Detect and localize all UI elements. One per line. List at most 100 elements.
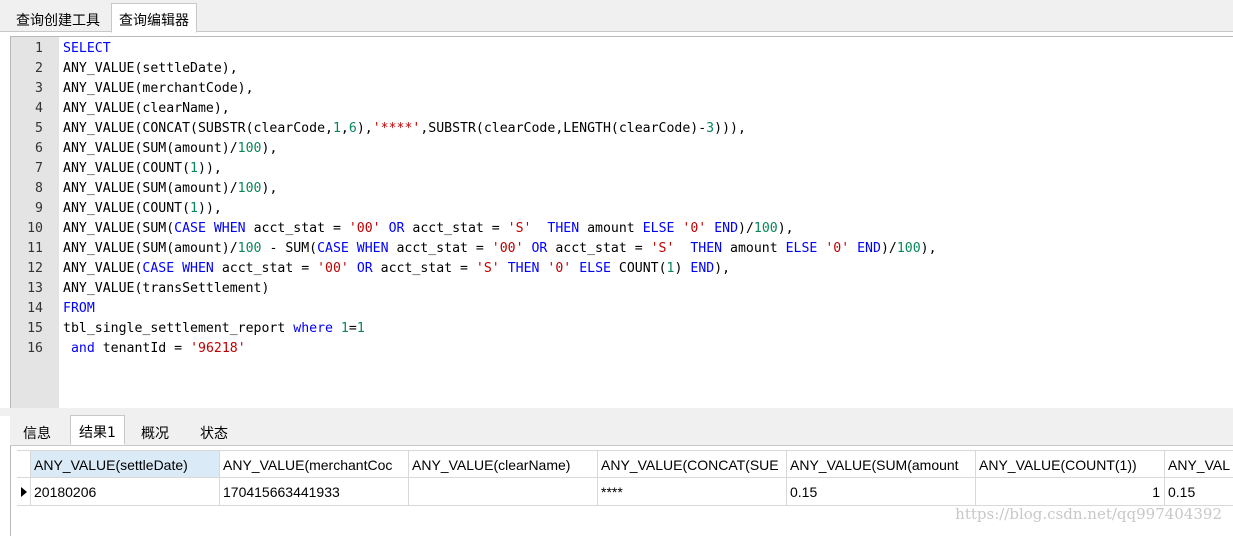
code-line[interactable]: 12 ANY_VALUE(CASE WHEN acct_stat = '00' O…	[11, 259, 1233, 279]
code-text: ANY_VALUE(transSettlement)	[63, 279, 269, 299]
code-line[interactable]: 14 FROM	[11, 299, 1233, 319]
line-number: 2	[35, 61, 43, 76]
code-text: tbl_single_settlement_report where 1=1	[63, 319, 365, 339]
code-token: ))),	[714, 121, 746, 136]
code-token: ANY_VALUE(clearName),	[63, 101, 230, 116]
line-number: 4	[35, 101, 43, 116]
code-text: ANY_VALUE(SUM(CASE WHEN acct_stat = '00'…	[63, 219, 794, 239]
code-token: ELSE	[642, 221, 675, 236]
code-line[interactable]: 16 and tenantId = '96218'	[11, 339, 1233, 359]
code-token: 1	[190, 161, 198, 176]
column-header[interactable]: ANY_VAL	[1165, 450, 1233, 478]
code-token: ),	[920, 241, 937, 256]
code-token: OR	[531, 241, 548, 256]
code-token: 1	[190, 201, 198, 216]
code-line[interactable]: 4 ANY_VALUE(clearName),	[11, 99, 1233, 119]
code-token: 1	[332, 121, 341, 136]
column-header[interactable]: ANY_VALUE(SUM(amount	[787, 450, 976, 478]
code-line[interactable]: 1 SELECT	[11, 39, 1233, 59]
code-token: COUNT(	[610, 261, 667, 276]
code-token: ANY_VALUE(COUNT(	[63, 161, 191, 176]
tab-result-1[interactable]: 结果1	[70, 415, 125, 445]
code-line[interactable]: 10 ANY_VALUE(SUM(CASE WHEN acct_stat = '0…	[11, 219, 1233, 239]
line-number: 15	[27, 321, 43, 336]
code-token: ELSE	[785, 241, 818, 256]
code-token: ,	[340, 121, 349, 136]
code-token: ANY_VALUE(COUNT(	[63, 201, 191, 216]
line-number: 10	[27, 221, 43, 236]
column-header[interactable]: ANY_VALUE(COUNT(1))	[976, 450, 1165, 478]
table-cell[interactable]: 0.15	[787, 478, 976, 506]
tab-overview[interactable]: 概况	[132, 417, 178, 446]
column-header[interactable]: ANY_VALUE(CONCAT(SUE	[598, 450, 787, 478]
code-token: ELSE	[579, 261, 611, 276]
code-text: ANY_VALUE(merchantCode),	[63, 79, 254, 99]
tab-query-builder[interactable]: 查询创建工具	[8, 3, 108, 32]
code-token: ),	[356, 121, 373, 136]
code-token: )/	[738, 221, 754, 236]
code-token: OR	[388, 221, 405, 236]
code-token: THEN	[547, 221, 580, 236]
code-token: acct_stat =	[388, 241, 492, 256]
column-header[interactable]: ANY_VALUE(clearName)	[409, 450, 598, 478]
code-token: tbl_single_settlement_report	[63, 321, 294, 336]
tab-status[interactable]: 状态	[191, 417, 237, 446]
code-token: 100	[896, 241, 921, 256]
code-token: )	[674, 261, 691, 276]
code-line[interactable]: 2 ANY_VALUE(settleDate),	[11, 59, 1233, 79]
code-line[interactable]: 15 tbl_single_settlement_report where 1=1	[11, 319, 1233, 339]
watermark: https://blog.csdn.net/qq997404392	[955, 505, 1222, 523]
table-cell[interactable]: ****	[598, 478, 787, 506]
code-text: ANY_VALUE(settleDate),	[63, 59, 238, 79]
code-line[interactable]: 5 ANY_VALUE(CONCAT(SUBSTR(clearCode,1,6),…	[11, 119, 1233, 139]
column-header[interactable]: ANY_VALUE(settleDate)	[31, 450, 220, 478]
code-token: '00'	[491, 241, 524, 256]
code-token: acct_stat =	[213, 261, 318, 276]
code-token: CASE WHEN	[174, 221, 246, 236]
code-token: acct_stat =	[372, 261, 476, 276]
table-cell[interactable]: 20180206	[31, 478, 220, 506]
code-line[interactable]: 3 ANY_VALUE(merchantCode),	[11, 79, 1233, 99]
code-line[interactable]: 11 ANY_VALUE(SUM(amount)/100 - SUM(CASE W…	[11, 239, 1233, 259]
code-token: 6	[348, 121, 357, 136]
code-token: - SUM(	[261, 241, 318, 256]
code-text: ANY_VALUE(SUM(amount)/100),	[63, 139, 277, 159]
code-text: ANY_VALUE(clearName),	[63, 99, 230, 119]
code-line[interactable]: 13 ANY_VALUE(transSettlement)	[11, 279, 1233, 299]
code-text: ANY_VALUE(SUM(amount)/100),	[63, 179, 277, 199]
code-token: '00'	[348, 221, 381, 236]
code-area[interactable]: 1 SELECT 2 ANY_VALUE(settleDate), 3 ANY_VALUE…	[11, 39, 1233, 359]
table-cell[interactable]: 0.15	[1165, 478, 1233, 506]
code-line[interactable]: 9 ANY_VALUE(COUNT(1)),	[11, 199, 1233, 219]
line-number: 12	[27, 261, 43, 276]
table-cell[interactable]: 170415663441933	[220, 478, 409, 506]
code-token: acct_stat =	[404, 221, 508, 236]
code-token: =	[348, 321, 357, 336]
code-token: '0'	[682, 221, 707, 236]
line-number: 11	[27, 241, 43, 256]
tab-info[interactable]: 信息	[14, 417, 60, 446]
code-token: ANY_VALUE(	[63, 261, 143, 276]
row-selector[interactable]	[17, 478, 31, 506]
code-token: 1	[340, 321, 349, 336]
code-token: SELECT	[63, 41, 111, 56]
code-line[interactable]: 6 ANY_VALUE(SUM(amount)/100),	[11, 139, 1233, 159]
code-text: ANY_VALUE(COUNT(1)),	[63, 159, 222, 179]
code-token: 100	[753, 221, 778, 236]
code-token: THEN	[507, 261, 540, 276]
table-cell[interactable]	[409, 478, 598, 506]
tab-query-editor[interactable]: 查询编辑器	[111, 3, 197, 33]
row-selector-header	[17, 450, 31, 478]
code-line[interactable]: 8 ANY_VALUE(SUM(amount)/100),	[11, 179, 1233, 199]
column-header[interactable]: ANY_VALUE(merchantCoc	[220, 450, 409, 478]
editor-tab-bar: 查询创建工具 查询编辑器	[0, 0, 1233, 33]
code-line[interactable]: 7 ANY_VALUE(COUNT(1)),	[11, 159, 1233, 179]
table-cell[interactable]: 1	[976, 478, 1165, 506]
sql-editor[interactable]: 1 SELECT 2 ANY_VALUE(settleDate), 3 ANY_VALUE…	[10, 36, 1233, 409]
